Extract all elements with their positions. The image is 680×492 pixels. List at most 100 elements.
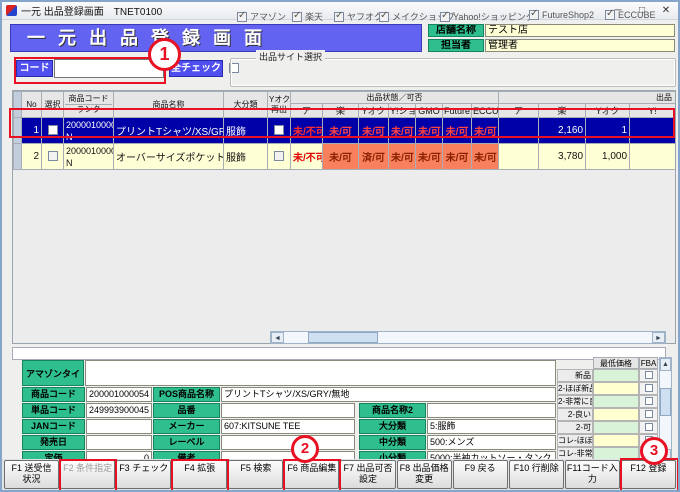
middle-category-field[interactable]: 500:メンズ [427, 435, 556, 450]
scrollbar-thumb[interactable] [660, 388, 671, 416]
f5-search-button[interactable]: F5 検索 [228, 460, 283, 489]
status-cell: 未/可 [416, 118, 443, 144]
price-cell: 3,780 [539, 144, 586, 170]
site-checkbox-yahoo-shopping[interactable] [440, 12, 450, 22]
lowest-price-cell[interactable] [593, 382, 639, 395]
status-cell: 未/可 [323, 118, 359, 144]
code-input[interactable] [54, 59, 164, 78]
row-select-checkbox[interactable] [48, 125, 58, 135]
grid-row-2[interactable]: 2 200001000076N オーバーサイズポケットT... 服飾 未/不可 … [14, 144, 676, 170]
major-category-field[interactable]: 5:服飾 [427, 419, 556, 434]
product-grid: No 選択 商品コードランク 商品名称 大分類 Yオク-再出 出品状態／可否 出… [12, 90, 676, 344]
row-resubmit-checkbox[interactable] [274, 125, 284, 135]
col-header-category: 大分類 [224, 92, 268, 118]
col-header-status-yshopping: Y!ショ [389, 104, 416, 118]
site-checkbox-rakuten[interactable] [292, 12, 302, 22]
product-code-field[interactable]: 200001000054 [86, 387, 152, 402]
pos-name-label: POS商品名称 [153, 387, 220, 402]
grid-horizontal-scrollbar[interactable]: ◄ ► [270, 331, 666, 344]
fba-checkbox[interactable] [645, 384, 653, 392]
f1-send-receive-button[interactable]: F1 送受信 状況 [4, 460, 59, 489]
fba-checkbox[interactable] [645, 423, 653, 431]
fba-checkbox[interactable] [645, 410, 653, 418]
fba-checkbox[interactable] [645, 436, 653, 444]
maker-field[interactable]: 607:KITSUNE TEE [221, 419, 355, 434]
lowest-price-cell[interactable] [593, 395, 639, 408]
lowest-price-header: 最低価格 [593, 357, 639, 369]
f11-code-input-button[interactable]: F11コード入力 [565, 460, 620, 489]
col-header-price-yshopping: Y! [630, 104, 676, 118]
f2-condition-button[interactable]: F2 条件指定 [60, 460, 115, 489]
col-header-price-yauction: Yオク [586, 104, 630, 118]
site-label: FutureShop2 [542, 10, 594, 20]
pos-name-field[interactable]: プリントTシャツ/XS/GRY/無地 [221, 387, 556, 402]
price-cell [499, 144, 539, 170]
part-number-label: 品番 [153, 403, 220, 418]
release-date-field[interactable] [86, 435, 152, 450]
condition-vertical-scrollbar[interactable]: ▲ ▼ [659, 357, 672, 463]
jan-code-field[interactable] [86, 419, 152, 434]
product-code-label: 商品コード [22, 387, 85, 402]
amazon-title-field[interactable] [85, 360, 556, 386]
row-code: 200001000054N [64, 118, 114, 144]
lowest-price-cell[interactable] [593, 421, 639, 434]
grid-row-1[interactable]: 1 200001000054N プリントTシャツ/XS/GRY/無地 服飾 未/… [14, 118, 676, 144]
site-checkbox-makeshop[interactable] [379, 12, 389, 22]
site-label: アマゾン [250, 10, 286, 23]
row-resubmit-checkbox[interactable] [274, 151, 284, 161]
status-cell: 未/不可 [291, 118, 323, 144]
scrollbar-thumb[interactable] [308, 332, 378, 343]
f9-back-button[interactable]: F9 戻る [453, 460, 508, 489]
close-button[interactable]: ✕ [658, 5, 674, 16]
site-checkbox-amazon[interactable] [237, 12, 247, 22]
lowest-price-cell[interactable] [593, 408, 639, 421]
site-checkbox-yahoo-auction[interactable] [334, 12, 344, 22]
grid-corner [14, 92, 22, 118]
f12-register-button[interactable]: F12 登録 [621, 460, 676, 489]
col-header-status-rakuten: 楽 [323, 104, 359, 118]
f3-check-button[interactable]: F3 チェック [116, 460, 171, 489]
manager-label: 担当者 [428, 39, 484, 52]
scroll-up-icon[interactable]: ▲ [660, 358, 671, 371]
f10-delete-row-button[interactable]: F10 行削除 [509, 460, 564, 489]
manager-value: 管理者 [485, 39, 675, 52]
site-selection-label: 出品サイト選択 [256, 50, 325, 63]
f8-price-change-button[interactable]: F8 出品価格 変更 [397, 460, 452, 489]
f7-listing-permission-button[interactable]: F7 出品可否 設定 [340, 460, 395, 489]
lowest-price-cell[interactable] [593, 434, 639, 447]
app-icon [6, 5, 17, 16]
f4-extend-button[interactable]: F4 拡張 [172, 460, 227, 489]
item-code-field[interactable]: 249993900045 [86, 403, 152, 418]
scroll-left-icon[interactable]: ◄ [271, 332, 284, 343]
scroll-right-icon[interactable]: ► [652, 332, 665, 343]
lowest-price-cell[interactable] [593, 369, 639, 382]
fba-checkbox[interactable] [645, 397, 653, 405]
row-select-checkbox[interactable] [48, 151, 58, 161]
condition-label-new: 新品 [557, 369, 593, 382]
status-cell: 済/可 [359, 144, 389, 170]
fba-checkbox[interactable] [645, 371, 653, 379]
release-date-label: 発売日 [22, 435, 85, 450]
price-cell: 1,000 [586, 144, 630, 170]
product-name2-field[interactable] [427, 403, 556, 418]
all-check-button[interactable]: 全チェック [169, 60, 223, 77]
f6-product-edit-button[interactable]: F6 商品編集 [284, 460, 339, 489]
fba-checkbox[interactable] [645, 449, 653, 457]
site-label: Yahoo!ショッピング [453, 10, 535, 23]
condition-label-acceptable: 2-可 [557, 421, 593, 434]
site-checkbox-eccube[interactable] [605, 10, 615, 20]
condition-label-coll-like-new: コレ-ほぼ新品 [557, 434, 593, 447]
part-number-field[interactable] [221, 403, 355, 418]
label-field[interactable] [221, 435, 355, 450]
row-no: 2 [22, 144, 42, 170]
site-checkbox-futureshop2[interactable] [529, 10, 539, 20]
price-cell: 1 [586, 118, 630, 144]
site-label: 楽天 [305, 10, 323, 23]
price-cell [630, 144, 676, 170]
site-label: ECCUBE [618, 10, 656, 20]
condition-label-good: 2-良い [557, 408, 593, 421]
group-header-price: 出品 [499, 92, 676, 104]
fba-header: FBA [639, 357, 658, 369]
label-label: レーベル [153, 435, 220, 450]
group-header-status: 出品状態／可否 [291, 92, 499, 104]
